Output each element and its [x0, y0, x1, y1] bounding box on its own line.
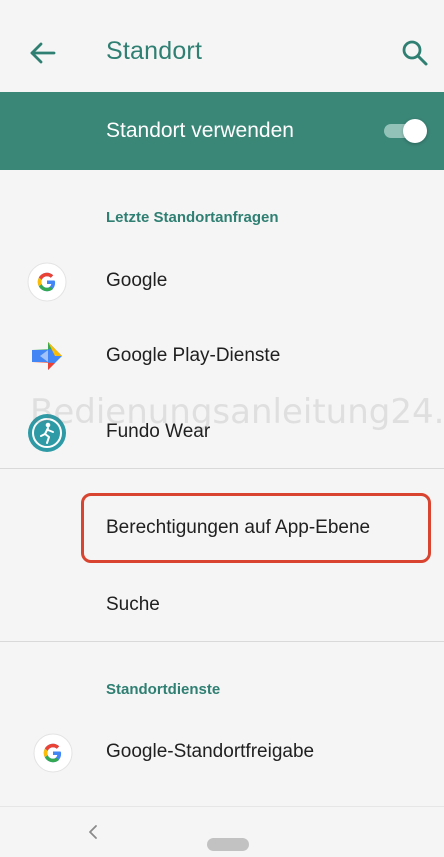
recent-requests-header: Letzte Standortanfragen [106, 209, 279, 226]
list-item-label: Google Play-Dienste [106, 345, 281, 366]
google-icon [32, 732, 74, 774]
use-location-toggle[interactable] [384, 119, 428, 143]
use-location-label: Standort verwenden [106, 119, 294, 142]
back-arrow-icon[interactable] [28, 38, 60, 68]
highlight-box [81, 493, 431, 563]
list-item-label: Google-Standortfreigabe [106, 741, 315, 762]
divider [0, 641, 444, 642]
use-location-bar[interactable]: Standort verwenden [0, 92, 444, 170]
list-item-google-location-sharing[interactable]: Google-Standortfreigabe [0, 714, 444, 790]
list-item-label: Google [106, 270, 168, 291]
list-item-google-play-services[interactable]: Google Play-Dienste [0, 318, 444, 394]
list-item-search[interactable]: Suche [0, 567, 444, 643]
list-item-google[interactable]: Google [0, 243, 444, 319]
home-icon[interactable] [207, 838, 249, 851]
google-play-services-icon [26, 336, 68, 378]
app-bar: Standort [0, 0, 444, 92]
location-services-header: Standortdienste [106, 681, 221, 698]
toggle-thumb [403, 119, 427, 143]
page-title: Standort [106, 37, 203, 65]
search-icon[interactable] [400, 38, 430, 68]
navigation-bar [0, 806, 444, 857]
list-item-label: Suche [106, 594, 160, 615]
settings-screen: Standort Standort verwenden Letzte Stand… [0, 0, 444, 857]
back-icon[interactable] [86, 823, 100, 841]
divider [0, 468, 444, 469]
watermark: Bedienungsanleitung24.de [30, 392, 444, 432]
google-icon [26, 261, 68, 303]
